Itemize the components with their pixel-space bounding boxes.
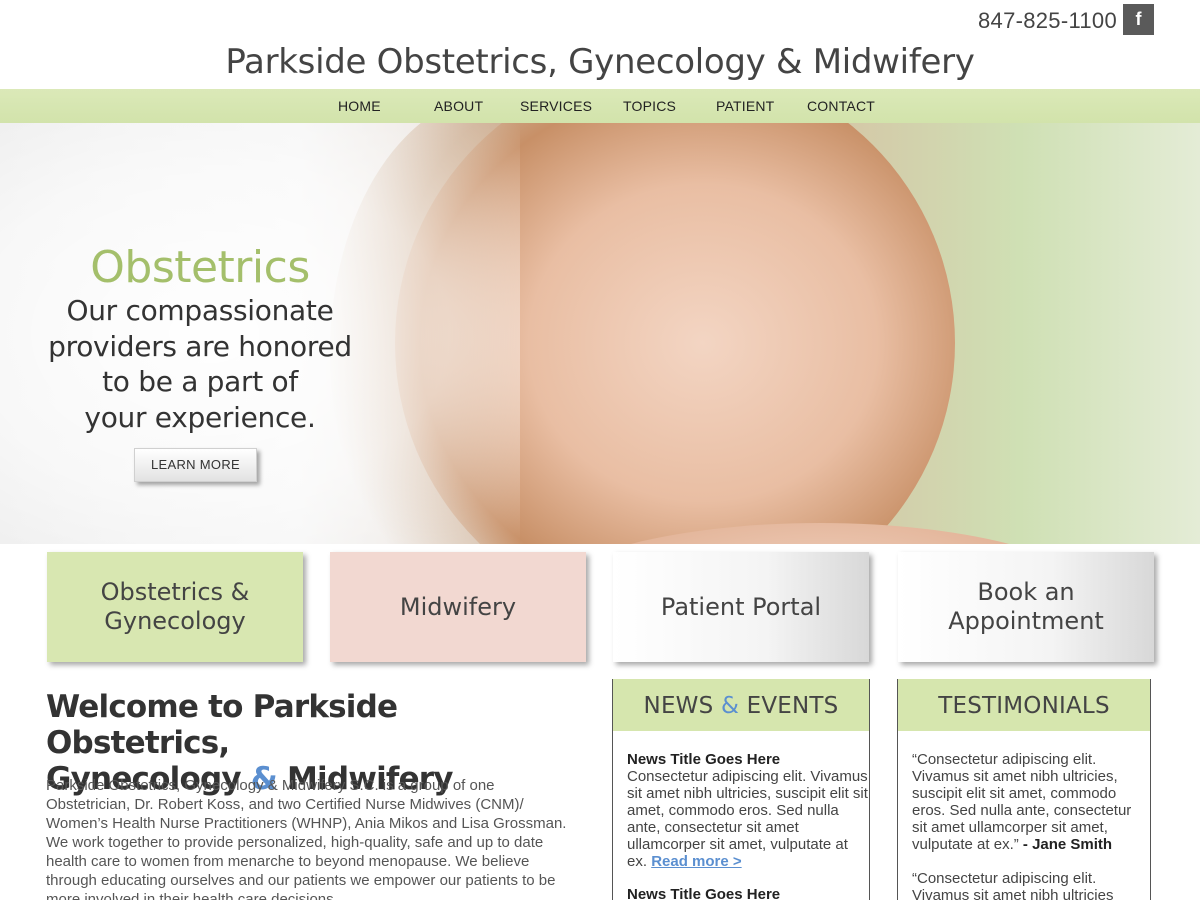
tile-label: Patient Portal [660, 592, 822, 621]
nav-topics[interactable]: TOPICS [623, 98, 676, 114]
tile-label: Midwifery [399, 592, 517, 621]
testimonial-item: “Consectetur adipiscing elit. Vivamus si… [912, 751, 1150, 853]
site-title[interactable]: Parkside Obstetrics, Gynecology & Midwif… [0, 42, 1200, 82]
nav-services[interactable]: SERVICES [520, 98, 592, 114]
news-heading-ampersand: & [720, 693, 740, 719]
testimonial-author: - Jane Smith [1022, 836, 1113, 853]
read-more-link[interactable]: Read more > [651, 853, 741, 870]
main-nav: HOME ABOUT SERVICES TOPICS PATIENT CONTA… [0, 89, 1200, 123]
tile-book-appointment[interactable]: Book an Appointment [898, 552, 1154, 662]
news-heading-part: NEWS [643, 693, 721, 719]
hero-text: Obstetrics Our compassionate providers a… [40, 243, 360, 435]
news-item: News Title Goes Here [627, 886, 869, 900]
tile-label-line: Book an [977, 578, 1075, 606]
nav-home[interactable]: HOME [338, 98, 381, 114]
news-list: News Title Goes Here Consectetur adipisc… [613, 731, 869, 900]
nav-patient[interactable]: PATIENT [716, 98, 774, 114]
facebook-icon[interactable]: f [1123, 4, 1154, 35]
testimonial-quote: “Consectetur adipiscing elit. Vivamus si… [912, 870, 1114, 900]
phone-number[interactable]: 847-825-1100 [978, 8, 1117, 34]
nav-about[interactable]: ABOUT [434, 98, 483, 114]
tile-obstetrics-gynecology[interactable]: Obstetrics & Gynecology [47, 552, 303, 662]
hero-banner: Obstetrics Our compassionate providers a… [0, 123, 1200, 544]
tile-label: Obstetrics & Gynecology [101, 578, 250, 636]
news-heading-part: EVENTS [739, 693, 839, 719]
testimonials-list: “Consectetur adipiscing elit. Vivamus si… [898, 731, 1150, 900]
tile-label-line: Obstetrics & [100, 578, 250, 606]
tile-label: Book an Appointment [948, 578, 1104, 636]
news-title[interactable]: News Title Goes Here [627, 751, 869, 768]
tile-patient-portal[interactable]: Patient Portal [613, 552, 869, 662]
tile-label-line: Gynecology [104, 607, 246, 635]
tile-label-line: Appointment [948, 607, 1104, 635]
hero-line-4: your experience. [84, 400, 316, 434]
hero-heading: Obstetrics [90, 242, 310, 293]
testimonials-heading: TESTIMONIALS [898, 679, 1150, 731]
welcome-body: Parkside Obstetrics, Gynecology & Midwif… [46, 777, 567, 900]
hero-line-2: providers are honored [48, 329, 352, 363]
news-events-heading: NEWS & EVENTS [613, 679, 869, 731]
tile-midwifery[interactable]: Midwifery [330, 552, 586, 662]
news-events-panel: NEWS & EVENTS News Title Goes Here Conse… [612, 679, 870, 900]
hero-line-3: to be a part of [102, 365, 298, 398]
hero-line-1: Our compassionate [66, 294, 334, 327]
news-title[interactable]: News Title Goes Here [627, 886, 869, 900]
welcome-heading-line-1: Welcome to Parkside Obstetrics, [46, 689, 398, 761]
testimonial-item: “Consectetur adipiscing elit. Vivamus si… [912, 870, 1150, 900]
news-item: News Title Goes Here Consectetur adipisc… [627, 751, 869, 870]
learn-more-button[interactable]: LEARN MORE [134, 448, 257, 482]
testimonials-panel: TESTIMONIALS “Consectetur adipiscing eli… [897, 679, 1151, 900]
nav-contact[interactable]: CONTACT [807, 98, 875, 114]
